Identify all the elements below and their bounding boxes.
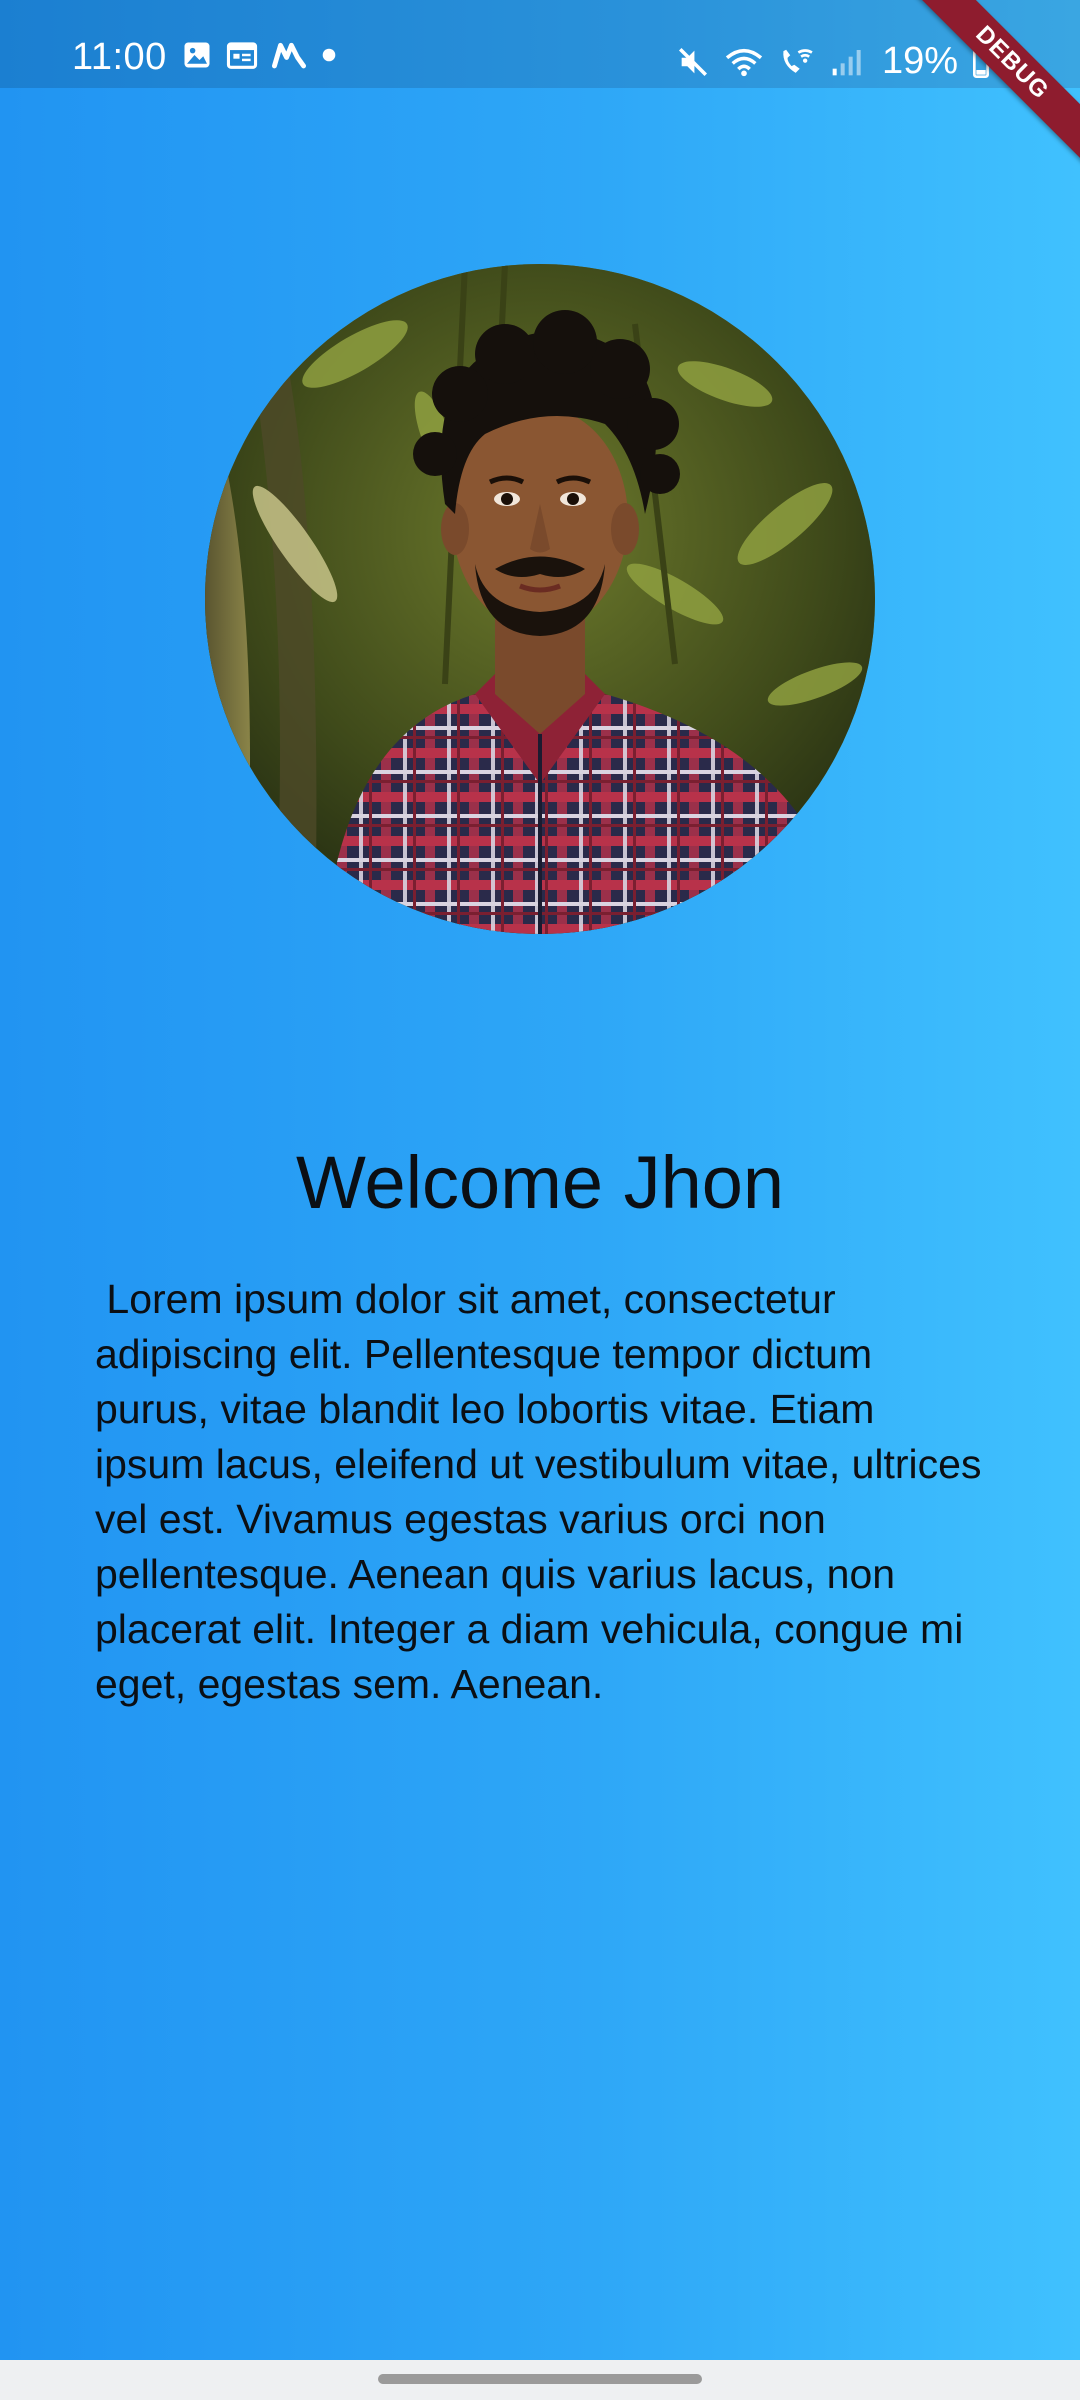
app-screen: 11:00 19% DEBUG Welcome Jhon Lorem ipsum… xyxy=(0,0,1080,2400)
profile-avatar xyxy=(205,264,875,934)
wifi-calling-icon xyxy=(778,45,816,79)
gesture-handle[interactable] xyxy=(378,2374,702,2384)
welcome-title: Welcome Jhon xyxy=(295,1141,785,1224)
description-text: Lorem ipsum dolor sit amet, consectetur … xyxy=(95,1276,993,1707)
battery-level: 19% xyxy=(881,40,958,82)
navigation-bar xyxy=(0,2360,1080,2400)
status-time: 11:00 xyxy=(72,36,167,78)
battery-icon xyxy=(972,46,990,78)
calendar-icon xyxy=(226,40,258,70)
maps-icon xyxy=(272,41,306,69)
mute-icon xyxy=(676,45,710,79)
wifi-icon xyxy=(724,45,764,79)
status-right-icons: 19% xyxy=(676,40,990,83)
dot-icon xyxy=(320,46,338,64)
status-bar: 11:00 19% xyxy=(0,0,1080,88)
image-icon xyxy=(182,40,212,70)
signal-icon xyxy=(830,46,862,78)
profile-photo xyxy=(205,264,875,934)
status-left-icons xyxy=(182,40,338,70)
